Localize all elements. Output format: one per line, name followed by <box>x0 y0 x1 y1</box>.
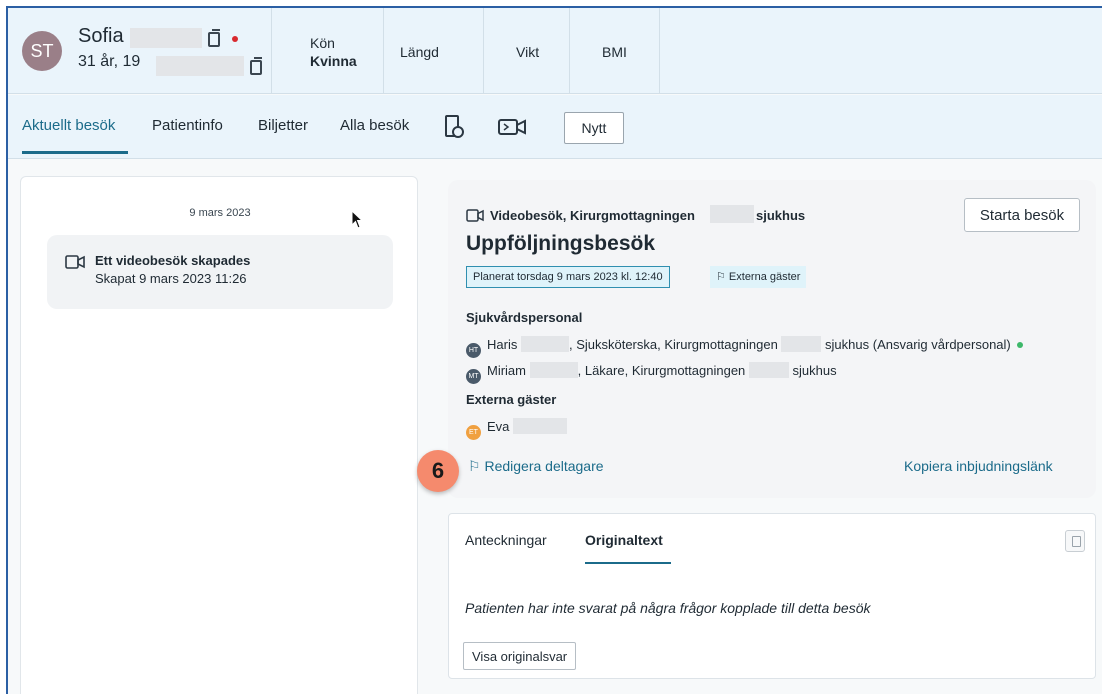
visit-title: Uppföljningsbesök <box>466 232 655 255</box>
edit-participants-label: Redigera deltagare <box>484 458 604 474</box>
tab-alla-besok[interactable]: Alla besök <box>340 117 409 134</box>
timeline-event[interactable]: Ett videobesök skapades Skapat 9 mars 20… <box>47 235 393 309</box>
people-icon: ⚐︎ <box>716 271 729 283</box>
tab-anteckningar[interactable]: Anteckningar <box>465 532 547 548</box>
tab-patientinfo[interactable]: Patientinfo <box>152 117 223 134</box>
visit-card: Videobesök, Kirurgmottagningen sjukhus U… <box>448 180 1096 498</box>
visit-type-suffix: sjukhus <box>756 208 806 223</box>
stat-weight: Vikt <box>484 8 570 94</box>
staff-suffix: sjukhus (Ansvarig vårdpersonal) <box>825 337 1011 352</box>
badge-label: Externa gäster <box>728 271 801 283</box>
notes-card: Anteckningar Originaltext Patienten har … <box>448 513 1096 679</box>
avatar: ST <box>22 31 62 71</box>
redacted-surname <box>529 362 578 378</box>
avatar: HT <box>466 343 481 358</box>
external-guests-badge: ⚐︎ Externa gäster <box>710 266 807 288</box>
video-icon <box>466 209 484 222</box>
stat-bmi: BMI <box>570 8 660 94</box>
redacted-hospital <box>748 362 789 378</box>
app-window: ST Sofia 31 år, 19 Kön Kvinna Längd Vikt… <box>6 6 1102 694</box>
people-icon: ⚐︎ <box>468 458 485 474</box>
document-search-icon[interactable] <box>445 115 464 138</box>
event-title: Ett videobesök skapades <box>95 253 251 268</box>
stat-label: Vikt <box>516 44 540 60</box>
tab-biljetter[interactable]: Biljetter <box>258 117 308 134</box>
avatar: MT <box>466 369 481 384</box>
staff-heading: Sjukvårdspersonal <box>466 310 583 325</box>
alert-dot-icon <box>232 36 238 42</box>
staff-role: , Läkare, Kirurgmottagningen <box>577 363 746 378</box>
start-visit-button[interactable]: Starta besök <box>964 198 1080 232</box>
show-original-answers-button[interactable]: Visa originalsvar <box>463 642 577 670</box>
video-icon <box>65 255 85 269</box>
step-number-badge: 6 <box>417 450 459 492</box>
staff-member: HT Haris , Sjuksköterska, Kirurgmottagnin… <box>466 336 1023 358</box>
online-status-icon <box>1016 342 1023 348</box>
redacted-hospital <box>710 205 754 223</box>
staff-name: Miriam <box>487 363 526 378</box>
new-button[interactable]: Nytt <box>564 112 624 144</box>
staff-role: , Sjuksköterska, Kirurgmottagningen <box>568 337 778 352</box>
copy-invite-link[interactable]: Kopiera inbjudningslänk <box>904 458 1053 474</box>
staff-name: Haris <box>487 337 518 352</box>
tab-originaltext[interactable]: Originaltext <box>585 532 663 548</box>
copy-name-icon[interactable] <box>208 29 220 47</box>
avatar: ET <box>466 425 481 440</box>
guest-name: Eva <box>487 419 510 434</box>
edit-participants-link[interactable]: ⚐︎ Redigera deltagare <box>468 458 604 475</box>
stat-label: BMI <box>602 44 627 60</box>
patient-age: 31 år, 19 <box>78 53 141 70</box>
copy-personal-number-icon[interactable] <box>250 57 262 75</box>
staff-suffix: sjukhus <box>792 363 837 378</box>
video-icon[interactable] <box>498 119 526 135</box>
patient-name: Sofia <box>78 25 124 47</box>
guest-member: ET Eva <box>466 418 568 440</box>
staff-member: MT Miriam , Läkare, Kirurgmottagningen sj… <box>466 362 837 384</box>
redacted-hospital <box>781 336 822 352</box>
stat-label: Längd <box>400 44 439 60</box>
timeline-panel: 9 mars 2023 Ett videobesök skapades Skap… <box>20 176 418 694</box>
mouse-cursor-icon <box>351 210 364 229</box>
stat-value: Kvinna <box>310 53 357 69</box>
planned-time-badge: Planerat torsdag 9 mars 2023 kl. 12:40 <box>466 266 670 288</box>
patient-summary: ST Sofia 31 år, 19 <box>8 8 272 94</box>
active-tab-indicator <box>585 562 671 564</box>
stat-label: Kön <box>310 35 335 51</box>
tab-aktuellt-besok[interactable]: Aktuellt besök <box>22 117 115 134</box>
redacted-personal-number <box>156 56 244 76</box>
empty-state-text: Patienten har inte svarat på några frågo… <box>465 600 871 616</box>
event-timestamp: Skapat 9 mars 2023 11:26 <box>95 271 247 286</box>
tab-bar: Aktuellt besök Patientinfo Biljetter All… <box>8 95 1102 159</box>
redacted-surname <box>513 418 568 434</box>
redacted-surname <box>130 28 202 48</box>
active-tab-indicator <box>22 151 128 154</box>
stat-height: Längd <box>384 8 484 94</box>
patient-header: ST Sofia 31 år, 19 Kön Kvinna Längd Vikt… <box>8 8 1102 94</box>
copy-icon[interactable] <box>1065 530 1085 552</box>
stat-gender: Kön Kvinna <box>272 8 384 94</box>
guests-heading: Externa gäster <box>466 392 557 407</box>
visit-type: Videobesök, Kirurgmottagningen <box>490 208 695 223</box>
redacted-surname <box>520 336 569 352</box>
